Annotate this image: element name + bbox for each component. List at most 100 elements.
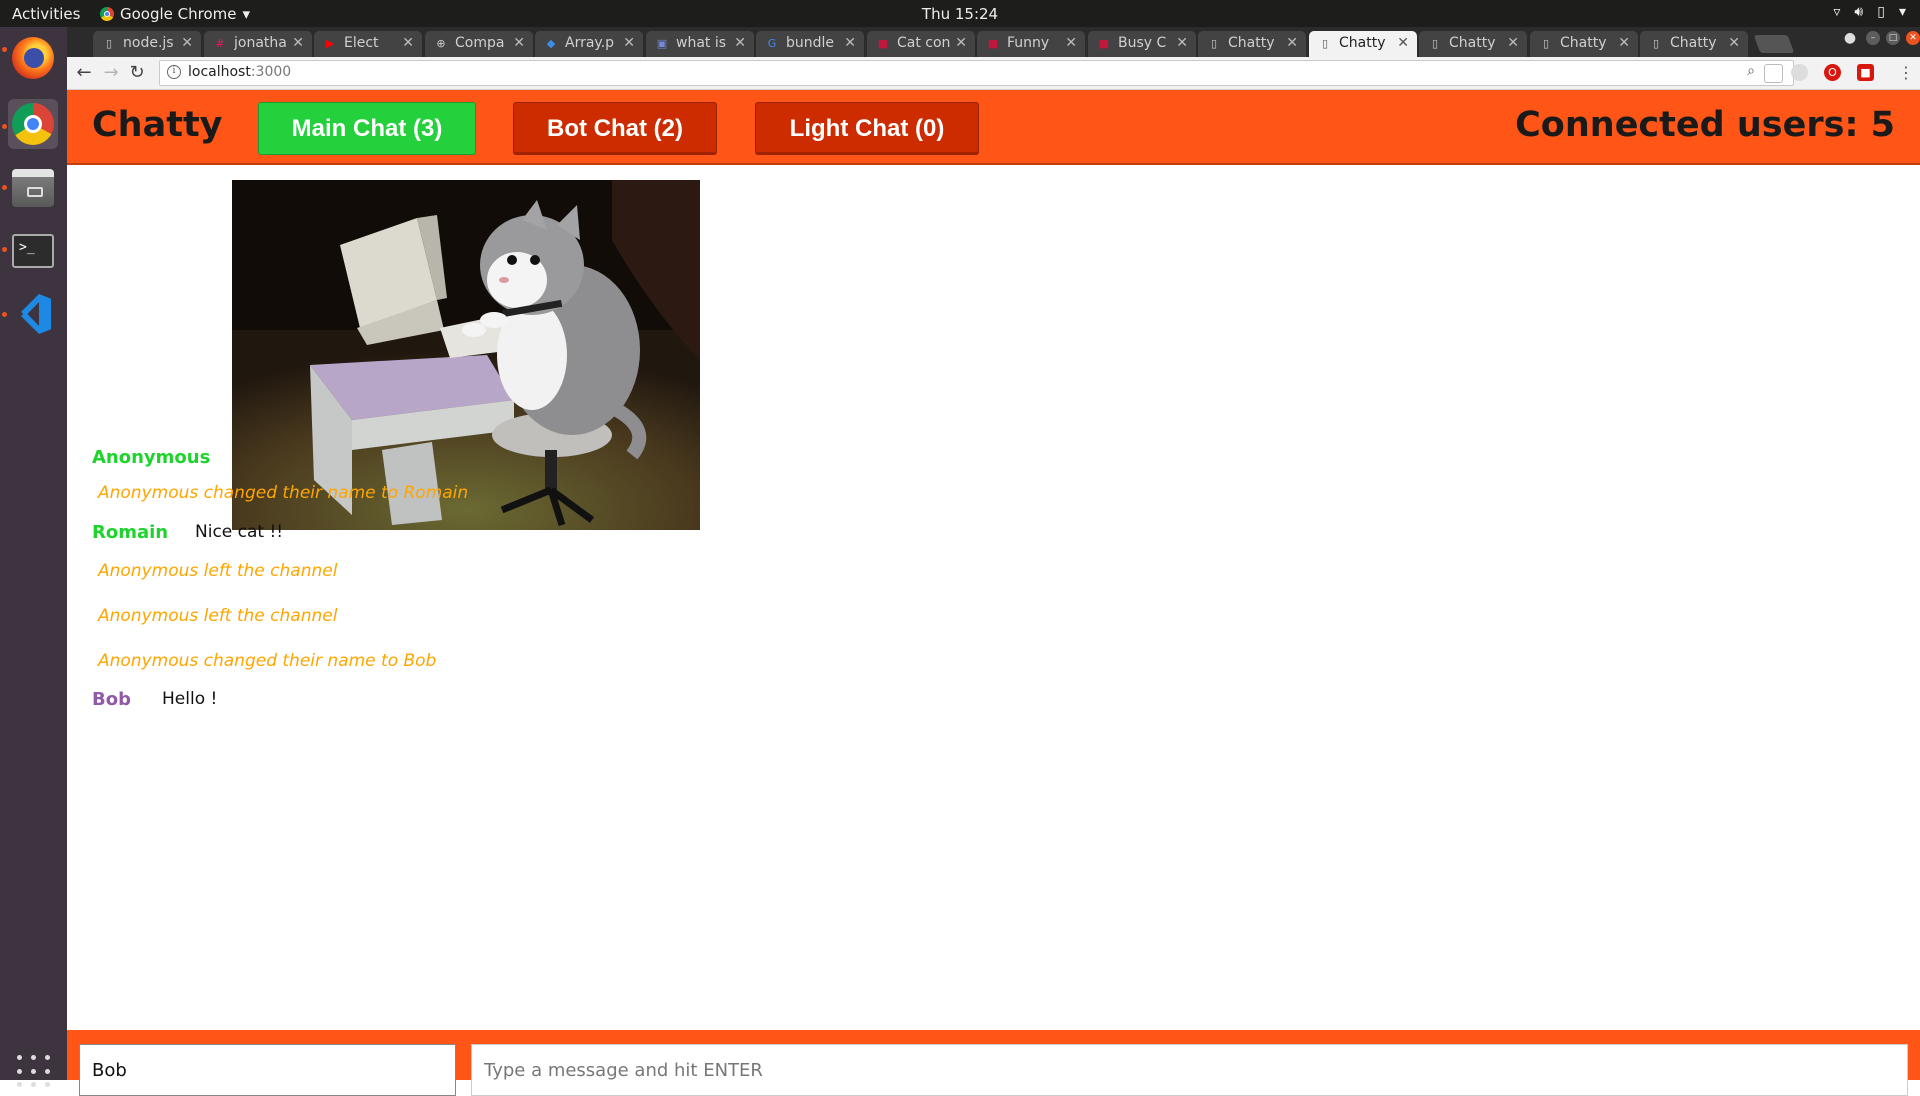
close-tab-icon[interactable]: ✕ xyxy=(1286,35,1298,51)
message-content: Nice cat !! xyxy=(195,522,284,542)
chatty-app: Chatty Main Chat (3) Bot Chat (2) Light … xyxy=(67,90,1920,1096)
tab-title: Chatty xyxy=(1449,35,1496,51)
tab-title: what is xyxy=(676,35,727,51)
message-username: Romain xyxy=(92,522,169,543)
chrome-icon xyxy=(12,103,54,145)
volume-icon[interactable]: 🔊︎ xyxy=(1854,4,1863,20)
forward-button[interactable]: → xyxy=(100,62,122,84)
tab-title: jonatha xyxy=(234,35,287,51)
close-tab-icon[interactable]: ✕ xyxy=(1176,35,1188,51)
tab-title: Funny xyxy=(1007,35,1050,51)
minimize-button[interactable]: – xyxy=(1866,31,1880,45)
files-icon xyxy=(12,169,54,207)
wifi-icon[interactable]: ▿ xyxy=(1833,4,1840,20)
page-icon: ▯ xyxy=(105,37,113,50)
close-tab-icon[interactable]: ✕ xyxy=(1618,35,1630,51)
browser-tab[interactable]: ■ Busy C ✕ xyxy=(1088,31,1196,57)
activities-button[interactable]: Activities xyxy=(12,5,80,23)
chrome-launcher[interactable] xyxy=(8,99,58,149)
site-info-icon[interactable]: i xyxy=(167,65,181,79)
globe-icon: ⊕ xyxy=(436,37,446,50)
browser-tab[interactable]: Gbundle ✕ xyxy=(756,31,864,57)
browser-tab[interactable]: ▯ Chatty ✕ xyxy=(1530,31,1638,57)
browser-tab[interactable]: ▯ node.js ✕ xyxy=(93,31,201,57)
close-tab-icon[interactable]: ✕ xyxy=(844,35,856,51)
browser-tab[interactable]: ▯ Chatty ✕ xyxy=(1198,31,1306,57)
app-header: Chatty Main Chat (3) Bot Chat (2) Light … xyxy=(67,90,1920,165)
browser-tab[interactable]: ■ Cat con ✕ xyxy=(867,31,975,57)
channel-main-chat-button[interactable]: Main Chat (3) xyxy=(258,102,476,155)
clock[interactable]: Thu 15:24 xyxy=(0,5,1920,23)
profile-icon[interactable]: ● xyxy=(1840,31,1860,45)
close-tab-icon[interactable]: ✕ xyxy=(1728,35,1740,51)
extension-icon[interactable]: ■ xyxy=(1857,64,1874,81)
caret-down-icon: ▾ xyxy=(242,5,251,23)
url-text[interactable]: localhost:3000 xyxy=(188,64,291,80)
browser-tab[interactable]: # jonatha ✕ xyxy=(204,31,312,57)
maximize-button[interactable]: □ xyxy=(1886,31,1900,45)
terminal-icon: >_ xyxy=(12,234,54,268)
opera-extension-icon[interactable]: O xyxy=(1824,64,1841,81)
site-icon: ■ xyxy=(877,37,889,50)
power-menu-icon[interactable]: ▾ xyxy=(1899,4,1906,20)
chrome-icon xyxy=(100,7,114,21)
username-input[interactable] xyxy=(79,1044,456,1096)
terminal-launcher[interactable]: >_ xyxy=(8,226,58,276)
system-notification: Anonymous left the channel xyxy=(98,606,338,626)
close-tab-icon[interactable]: ✕ xyxy=(1507,35,1519,51)
browser-tab[interactable]: ⊕ Compa ✕ xyxy=(425,31,533,57)
new-tab-button[interactable] xyxy=(1753,35,1795,53)
running-indicator xyxy=(2,185,7,190)
page-icon: ▯ xyxy=(1321,37,1329,50)
files-launcher[interactable] xyxy=(8,163,58,213)
tab-title: node.js xyxy=(123,35,174,51)
tab-title: Chatty xyxy=(1670,35,1717,51)
tab-title: bundle xyxy=(786,35,835,51)
page-icon: ▯ xyxy=(1652,37,1660,50)
address-bar[interactable]: i localhost:3000 ⌕ ☆ xyxy=(159,60,1794,86)
firefox-icon xyxy=(12,37,54,79)
browser-tab[interactable]: ▯ Chatty ✕ xyxy=(1640,31,1748,57)
firefox-launcher[interactable] xyxy=(8,33,58,83)
running-indicator xyxy=(2,47,7,52)
battery-icon[interactable]: ▯ xyxy=(1877,4,1885,20)
close-tab-icon[interactable]: ✕ xyxy=(955,35,967,51)
close-tab-icon[interactable]: ✕ xyxy=(623,35,635,51)
close-tab-icon[interactable]: ✕ xyxy=(1065,35,1077,51)
vscode-launcher[interactable] xyxy=(8,289,58,339)
message-input[interactable] xyxy=(471,1044,1908,1096)
extension-icon[interactable] xyxy=(1791,64,1808,81)
tab-title: Busy C xyxy=(1118,35,1167,51)
browser-tab[interactable]: ■ Funny ✕ xyxy=(977,31,1085,57)
close-window-button[interactable]: ✕ xyxy=(1906,31,1920,45)
zoom-icon[interactable]: ⌕ xyxy=(1747,63,1755,79)
browser-tab[interactable]: ▣ what is ✕ xyxy=(646,31,754,57)
show-applications-icon[interactable] xyxy=(17,1055,50,1088)
browser-menu-icon[interactable]: ⋮ xyxy=(1898,62,1914,84)
message-username: Anonymous xyxy=(92,447,211,468)
app-menu[interactable]: Google Chrome ▾ xyxy=(100,5,250,23)
channel-light-chat-button[interactable]: Light Chat (0) xyxy=(755,102,979,155)
message-list: Anonymous Anonymous changed their name t… xyxy=(67,165,1920,1010)
page-icon: ▯ xyxy=(1210,37,1218,50)
browser-tab[interactable]: ▯ Chatty ✕ xyxy=(1309,31,1417,57)
os-top-bar: Activities Google Chrome ▾ Thu 15:24 ▿ 🔊… xyxy=(0,0,1920,27)
channel-bot-chat-button[interactable]: Bot Chat (2) xyxy=(513,102,717,155)
google-icon: G xyxy=(767,37,777,50)
close-tab-icon[interactable]: ✕ xyxy=(513,35,525,51)
close-tab-icon[interactable]: ✕ xyxy=(181,35,193,51)
browser-tab[interactable]: ▯ Chatty ✕ xyxy=(1419,31,1527,57)
close-tab-icon[interactable]: ✕ xyxy=(1397,35,1409,51)
browser-tab[interactable]: ▶ Elect ✕ xyxy=(314,31,422,57)
back-button[interactable]: ← xyxy=(73,62,95,84)
close-tab-icon[interactable]: ✕ xyxy=(734,35,746,51)
reload-button[interactable]: ↻ xyxy=(126,62,148,84)
cat-at-computer-image xyxy=(232,180,700,530)
close-tab-icon[interactable]: ✕ xyxy=(402,35,414,51)
close-tab-icon[interactable]: ✕ xyxy=(292,35,304,51)
browser-tab[interactable]: ◆ Array.p ✕ xyxy=(535,31,643,57)
system-notification: Anonymous changed their name to Romain xyxy=(98,483,469,503)
system-tray[interactable]: ▿ 🔊︎ ▯ ▾ xyxy=(1833,4,1906,20)
page-icon: ▯ xyxy=(1542,37,1550,50)
extension-icon[interactable] xyxy=(1764,64,1783,83)
